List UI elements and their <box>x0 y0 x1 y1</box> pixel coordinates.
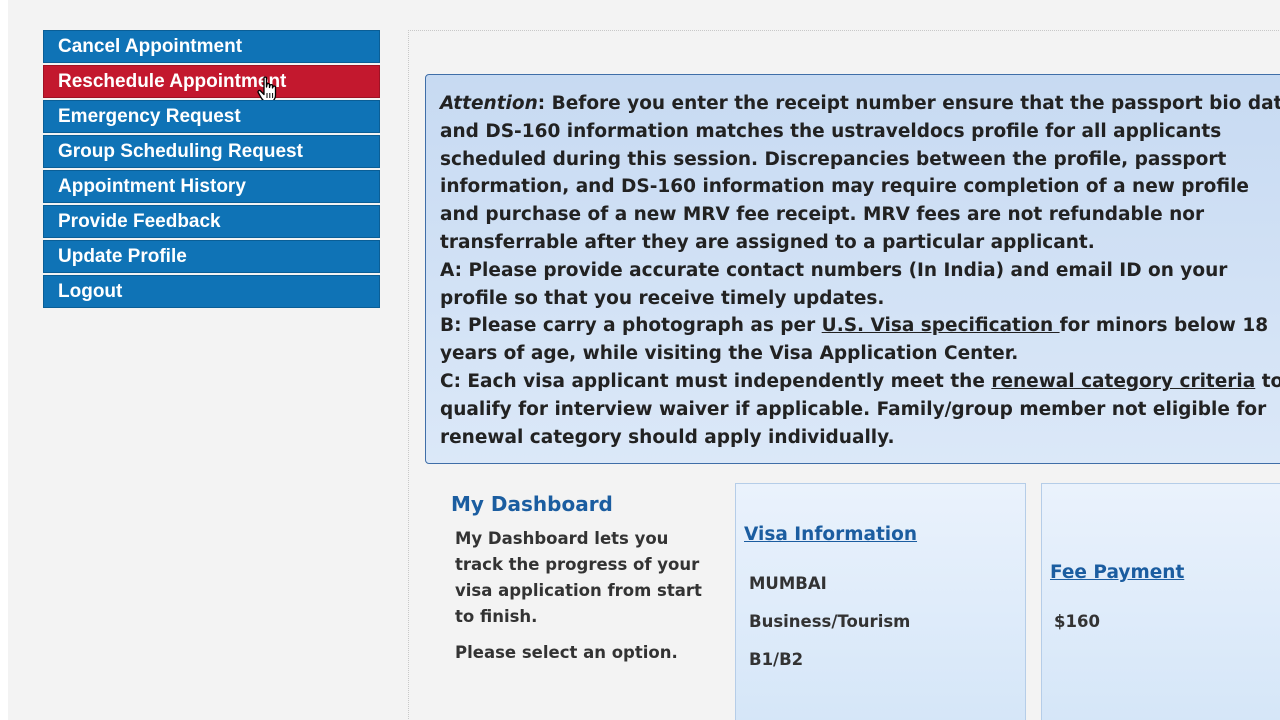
notice-line: scheduled during this session. Discrepan… <box>440 148 1227 170</box>
provide-feedback-button[interactable]: Provide Feedback <box>43 205 380 238</box>
dashboard-prompt: Please select an option. <box>455 643 678 662</box>
fee-payment-card: Fee Payment $160 <box>1041 483 1280 720</box>
page: Cancel Appointment Reschedule Appointmen… <box>0 0 1280 720</box>
visa-type: B1/B2 <box>749 650 804 669</box>
group-scheduling-request-button[interactable]: Group Scheduling Request <box>43 135 380 168</box>
notice-line: B: Please carry a photograph as per U.S.… <box>440 312 1280 340</box>
notice-text: : Before you enter the receipt number en… <box>537 93 1280 114</box>
visa-information-card: Visa Information MUMBAI Business/Tourism… <box>735 483 1026 720</box>
notice-line: and purchase of a new MRV fee receipt. M… <box>440 204 1205 226</box>
notice-text: C: Each visa applicant must independentl… <box>440 370 992 392</box>
notice-line: qualify for interview waiver if applicab… <box>440 398 1267 420</box>
sidebar-nav: Cancel Appointment Reschedule Appointmen… <box>43 30 380 310</box>
notice-line: Attention: Before you enter the receipt … <box>440 90 1280 118</box>
us-visa-specification-link[interactable]: U.S. Visa specification <box>822 315 1060 336</box>
reschedule-appointment-label: Reschedule Appointment <box>58 71 287 92</box>
appointment-history-button[interactable]: Appointment History <box>43 170 380 203</box>
notice-line: transferrable after they are assigned to… <box>440 231 1095 253</box>
notice-line: A: Please provide accurate contact numbe… <box>440 259 1228 281</box>
notice-line: renewal category should apply individual… <box>440 426 895 448</box>
cancel-appointment-button[interactable]: Cancel Appointment <box>43 30 380 63</box>
attention-heading: Attention <box>440 93 538 114</box>
dashboard-description: My Dashboard lets you track the progress… <box>455 529 702 626</box>
fee-payment-link[interactable]: Fee Payment <box>1050 562 1184 583</box>
notice-text: B: Please carry a photograph as per <box>440 315 822 337</box>
notice-line: and DS-160 information matches the ustra… <box>440 120 1222 142</box>
attention-notice: Attention: Before you enter the receipt … <box>425 74 1280 464</box>
notice-line: C: Each visa applicant must independentl… <box>440 368 1280 396</box>
visa-information-link[interactable]: Visa Information <box>744 524 917 545</box>
renewal-category-criteria-link[interactable]: renewal category criteria <box>991 371 1255 392</box>
dashboard-title: My Dashboard <box>451 492 613 516</box>
emergency-request-button[interactable]: Emergency Request <box>43 100 380 133</box>
notice-line: information, and DS-160 information may … <box>440 176 1249 198</box>
notice-line: profile so that you receive timely updat… <box>440 287 885 309</box>
reschedule-appointment-button[interactable]: Reschedule Appointment <box>43 65 380 103</box>
visa-category: Business/Tourism <box>749 612 911 631</box>
notice-line: years of age, while visiting the Visa Ap… <box>440 343 1019 365</box>
logout-button[interactable]: Logout <box>43 275 380 308</box>
notice-text: to <box>1261 370 1280 392</box>
visa-location: MUMBAI <box>749 574 827 593</box>
left-border <box>0 0 8 720</box>
notice-text: for minors below 18 <box>1059 315 1269 337</box>
update-profile-button[interactable]: Update Profile <box>43 240 380 273</box>
fee-amount: $160 <box>1054 612 1100 631</box>
